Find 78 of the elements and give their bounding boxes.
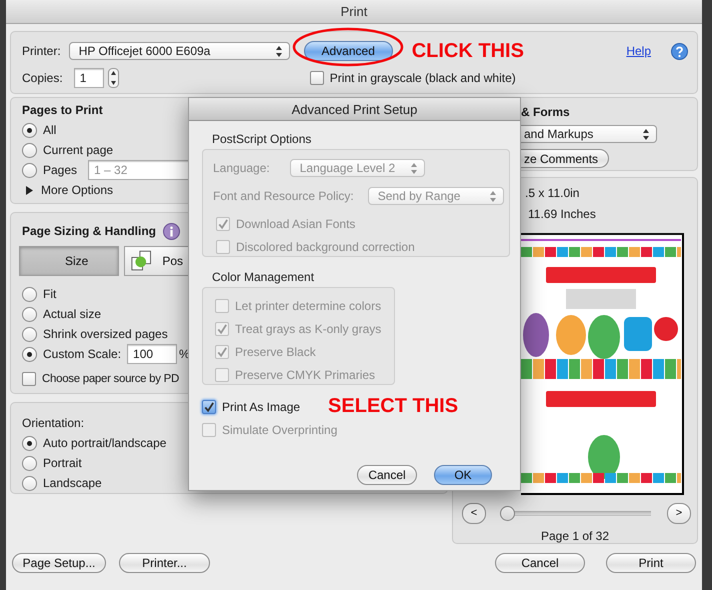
updown-icon [642,128,650,140]
help-link[interactable]: Help [626,44,651,58]
layout-tab[interactable]: Pos [124,246,190,276]
print-button[interactable]: Print [606,553,696,573]
info-icon [163,222,180,240]
checkbox-label: Discolored background correction [236,240,415,254]
checkbox-label: Choose paper source by PD [42,373,179,385]
field-label: Copies: [22,71,63,85]
checkbox-label: Treat grays as K-only grays [235,322,382,336]
radio-label: All [43,123,56,137]
radio-label: Landscape [43,476,102,490]
pages-icon [131,249,152,273]
field-label: Printer: [22,44,61,58]
help-icon [671,42,688,60]
stepper-icon [108,68,119,88]
slider-thumb[interactable] [500,506,515,520]
summarize-button[interactable]: ze Comments [521,149,609,168]
radio-label: Auto portrait/landscape [43,436,166,450]
radio-label: Custom Scale: [43,347,122,361]
paper-size-text: .5 x 11.0in [525,186,580,200]
radio-button[interactable] [22,346,37,362]
checkbox-label: Print As Image [222,400,300,414]
radio-label: Portrait [43,456,82,470]
radio-button[interactable] [22,286,37,302]
annotation-text: CLICK THIS [412,40,524,62]
window-title: Print [340,4,368,19]
radio-label: Actual size [43,307,102,321]
radio-button[interactable] [22,122,37,138]
advanced-button[interactable]: Advanced [304,41,393,61]
radio-button[interactable] [22,456,37,470]
updown-icon [274,44,283,58]
checkbox-label: Simulate Overprinting [222,422,338,436]
field-label: Language: [213,161,270,175]
radio-button[interactable] [22,326,37,342]
comments-dropdown[interactable]: and Markups [521,125,657,143]
checkbox-label: Let printer determine colors [235,298,382,312]
radio-button[interactable] [22,142,37,158]
ok-button[interactable]: OK [434,465,492,485]
radio-label: Shrink oversized pages [43,327,168,341]
updown-icon [410,162,418,174]
radio-button[interactable] [22,476,37,490]
checkbox-label: Preserve Black [235,344,316,358]
checkbox-label: Preserve CMYK Primaries [235,368,376,382]
checkbox-label: Print in grayscale (black and white) [330,71,516,85]
disclosure-triangle-icon[interactable] [25,186,33,194]
next-page-button[interactable]: > [667,502,691,524]
printer-dropdown[interactable]: HP Officejet 6000 E609a [68,42,290,60]
copies-field[interactable]: 1 [74,68,104,88]
annotation-text: SELECT THIS [328,395,458,418]
previous-page-button[interactable]: < [462,502,486,524]
cancel-button[interactable]: Cancel [357,465,417,485]
section-heading: & Forms [521,105,570,119]
scale-field[interactable]: 100 [127,344,178,364]
checkbox[interactable] [22,372,36,386]
section-heading: Page Sizing & Handling [22,224,156,238]
cancel-button[interactable]: Cancel [495,553,585,573]
radio-button[interactable] [22,306,37,322]
section-heading: Pages to Print [22,103,103,117]
dialog-title: Advanced Print Setup [292,102,418,116]
checkbox[interactable] [310,71,324,85]
page-setup-button[interactable]: Page Setup... [12,553,106,573]
document-size-text: 11.69 Inches [528,207,596,221]
radio-label: Fit [43,287,56,301]
updown-icon [488,190,497,202]
section-heading: PostScript Options [212,132,312,146]
radio-button[interactable] [22,436,37,450]
section-heading: Color Management [212,270,314,284]
layout-tab[interactable]: Size [19,246,119,276]
checkbox[interactable] [202,400,216,414]
printer-button[interactable]: Printer... [119,553,210,573]
radio-button[interactable] [22,162,37,178]
more-options-label[interactable]: More Options [41,183,114,197]
radio-label: Pages [43,163,78,177]
field-label: Font and Resource Policy: [213,189,354,203]
radio-label: Current page [43,143,114,157]
checkbox-label: Download Asian Fonts [236,216,356,230]
page-number-text: Page 1 of 32 [540,529,610,543]
section-heading: Orientation: [22,416,84,430]
